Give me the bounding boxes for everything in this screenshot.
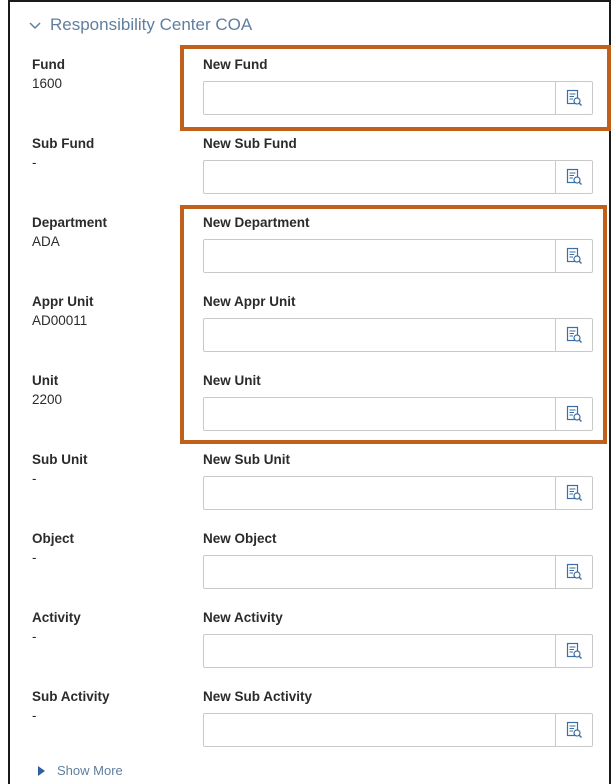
lookup-search-icon[interactable] [555,398,592,430]
field-label-new-appr-unit: New Appr Unit [203,294,296,309]
current-label-sub-fund: Sub Fund [32,136,95,151]
new-sub-activity-input[interactable] [204,714,556,746]
chevron-down-icon[interactable] [26,16,44,34]
lookup-search-icon[interactable] [555,82,592,114]
input-group-new-fund [203,81,593,115]
current-value-sub-fund: - [32,155,37,170]
field-label-new-sub-fund: New Sub Fund [203,136,297,151]
field-label-new-sub-unit: New Sub Unit [203,452,290,467]
current-value-sub-unit: - [32,471,37,486]
new-sub-fund-input[interactable] [204,161,556,193]
input-group-new-appr-unit [203,318,593,352]
current-label-appr-unit: Appr Unit [32,294,94,309]
field-label-new-activity: New Activity [203,610,283,625]
caret-right-icon [38,765,45,776]
current-value-sub-activity: - [32,708,37,723]
show-more-label: Show More [57,763,123,778]
input-group-new-sub-unit [203,476,593,510]
input-group-new-sub-fund [203,160,593,194]
current-value-department: ADA [32,234,60,249]
lookup-search-icon[interactable] [555,556,592,588]
new-activity-input[interactable] [204,635,556,667]
lookup-search-icon[interactable] [555,161,592,193]
current-label-sub-unit: Sub Unit [32,452,88,467]
lookup-search-icon[interactable] [555,714,592,746]
field-label-new-department: New Department [203,215,310,230]
current-label-department: Department [32,215,108,230]
lookup-search-icon[interactable] [555,319,592,351]
lookup-search-icon[interactable] [555,635,592,667]
lookup-search-icon[interactable] [555,240,592,272]
new-unit-input[interactable] [204,398,556,430]
new-department-input[interactable] [204,240,556,272]
field-label-new-unit: New Unit [203,373,261,388]
current-value-fund: 1600 [32,76,63,91]
field-label-new-object: New Object [203,531,277,546]
current-label-activity: Activity [32,610,81,625]
input-group-new-sub-activity [203,713,593,747]
current-label-object: Object [32,531,75,546]
current-value-activity: - [32,629,37,644]
field-label-new-fund: New Fund [203,57,268,72]
field-label-new-sub-activity: New Sub Activity [203,689,313,704]
input-group-new-object [203,555,593,589]
new-sub-unit-input[interactable] [204,477,556,509]
current-value-appr-unit: AD00011 [32,313,88,328]
current-value-object: - [32,550,37,565]
new-appr-unit-input[interactable] [204,319,556,351]
new-fund-input[interactable] [204,82,556,114]
current-label-unit: Unit [32,373,59,388]
lookup-search-icon[interactable] [555,477,592,509]
input-group-new-activity [203,634,593,668]
input-group-new-unit [203,397,593,431]
new-object-input[interactable] [204,556,556,588]
current-label-fund: Fund [32,57,65,72]
current-label-sub-activity: Sub Activity [32,689,110,704]
section-header[interactable]: Responsibility Center COA [26,12,252,38]
show-more-link[interactable]: Show More [38,763,123,778]
section-title: Responsibility Center COA [50,15,253,34]
input-group-new-department [203,239,593,273]
current-value-unit: 2200 [32,392,63,407]
